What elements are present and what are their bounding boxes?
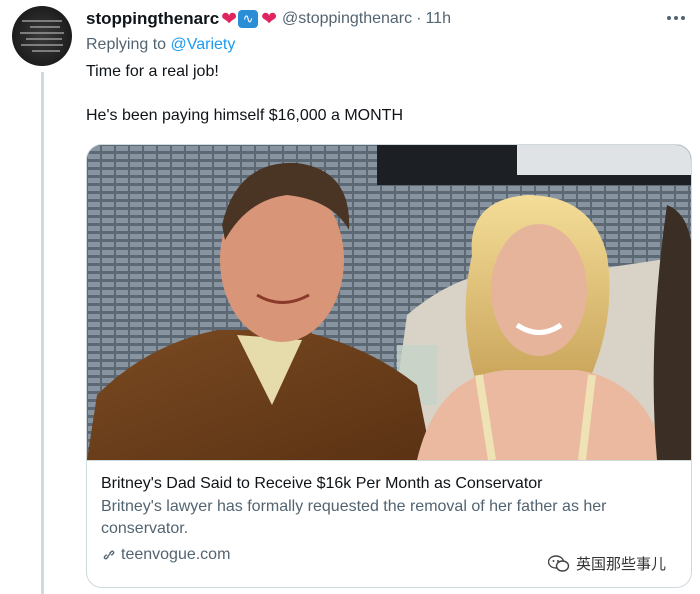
- separator-dot: ·: [416, 10, 422, 27]
- more-options-icon[interactable]: [664, 8, 688, 28]
- tweet-text-line: Time for a real job!: [86, 63, 219, 80]
- thread-line: [41, 72, 44, 594]
- tweet-text: Time for a real job! He's been paying hi…: [86, 62, 403, 150]
- watermark: 英国那些事儿: [548, 553, 666, 574]
- tweet-header: stoppingthenarc ❤ ∿ ❤ @stoppingthenarc ·…: [86, 8, 451, 30]
- red-heart-icon: ❤: [261, 8, 278, 30]
- display-name[interactable]: stoppingthenarc: [86, 9, 219, 29]
- wechat-icon: [548, 554, 570, 572]
- water-wave-icon: ∿: [238, 10, 259, 28]
- card-description: Britney's lawyer has formally requested …: [101, 498, 607, 537]
- card-title[interactable]: Britney's Dad Said to Receive $16k Per M…: [101, 473, 679, 495]
- reply-context: Replying to @Variety: [86, 36, 235, 54]
- reply-prefix: Replying to: [86, 36, 167, 53]
- red-heart-icon: ❤: [221, 8, 238, 30]
- tweet-text-line: He's been paying himself $16,000 a MONTH: [86, 107, 403, 124]
- timestamp[interactable]: 11h: [425, 10, 451, 28]
- link-card[interactable]: Britney's Dad Said to Receive $16k Per M…: [86, 144, 692, 588]
- link-icon: [103, 550, 115, 560]
- card-photo: [87, 145, 691, 460]
- avatar[interactable]: [12, 6, 72, 66]
- reply-mention-link[interactable]: @Variety: [171, 36, 236, 53]
- card-image[interactable]: [87, 145, 691, 460]
- card-domain-text: teenvogue.com: [121, 546, 231, 563]
- user-handle[interactable]: @stoppingthenarc: [282, 10, 412, 28]
- watermark-text: 英国那些事儿: [576, 556, 667, 573]
